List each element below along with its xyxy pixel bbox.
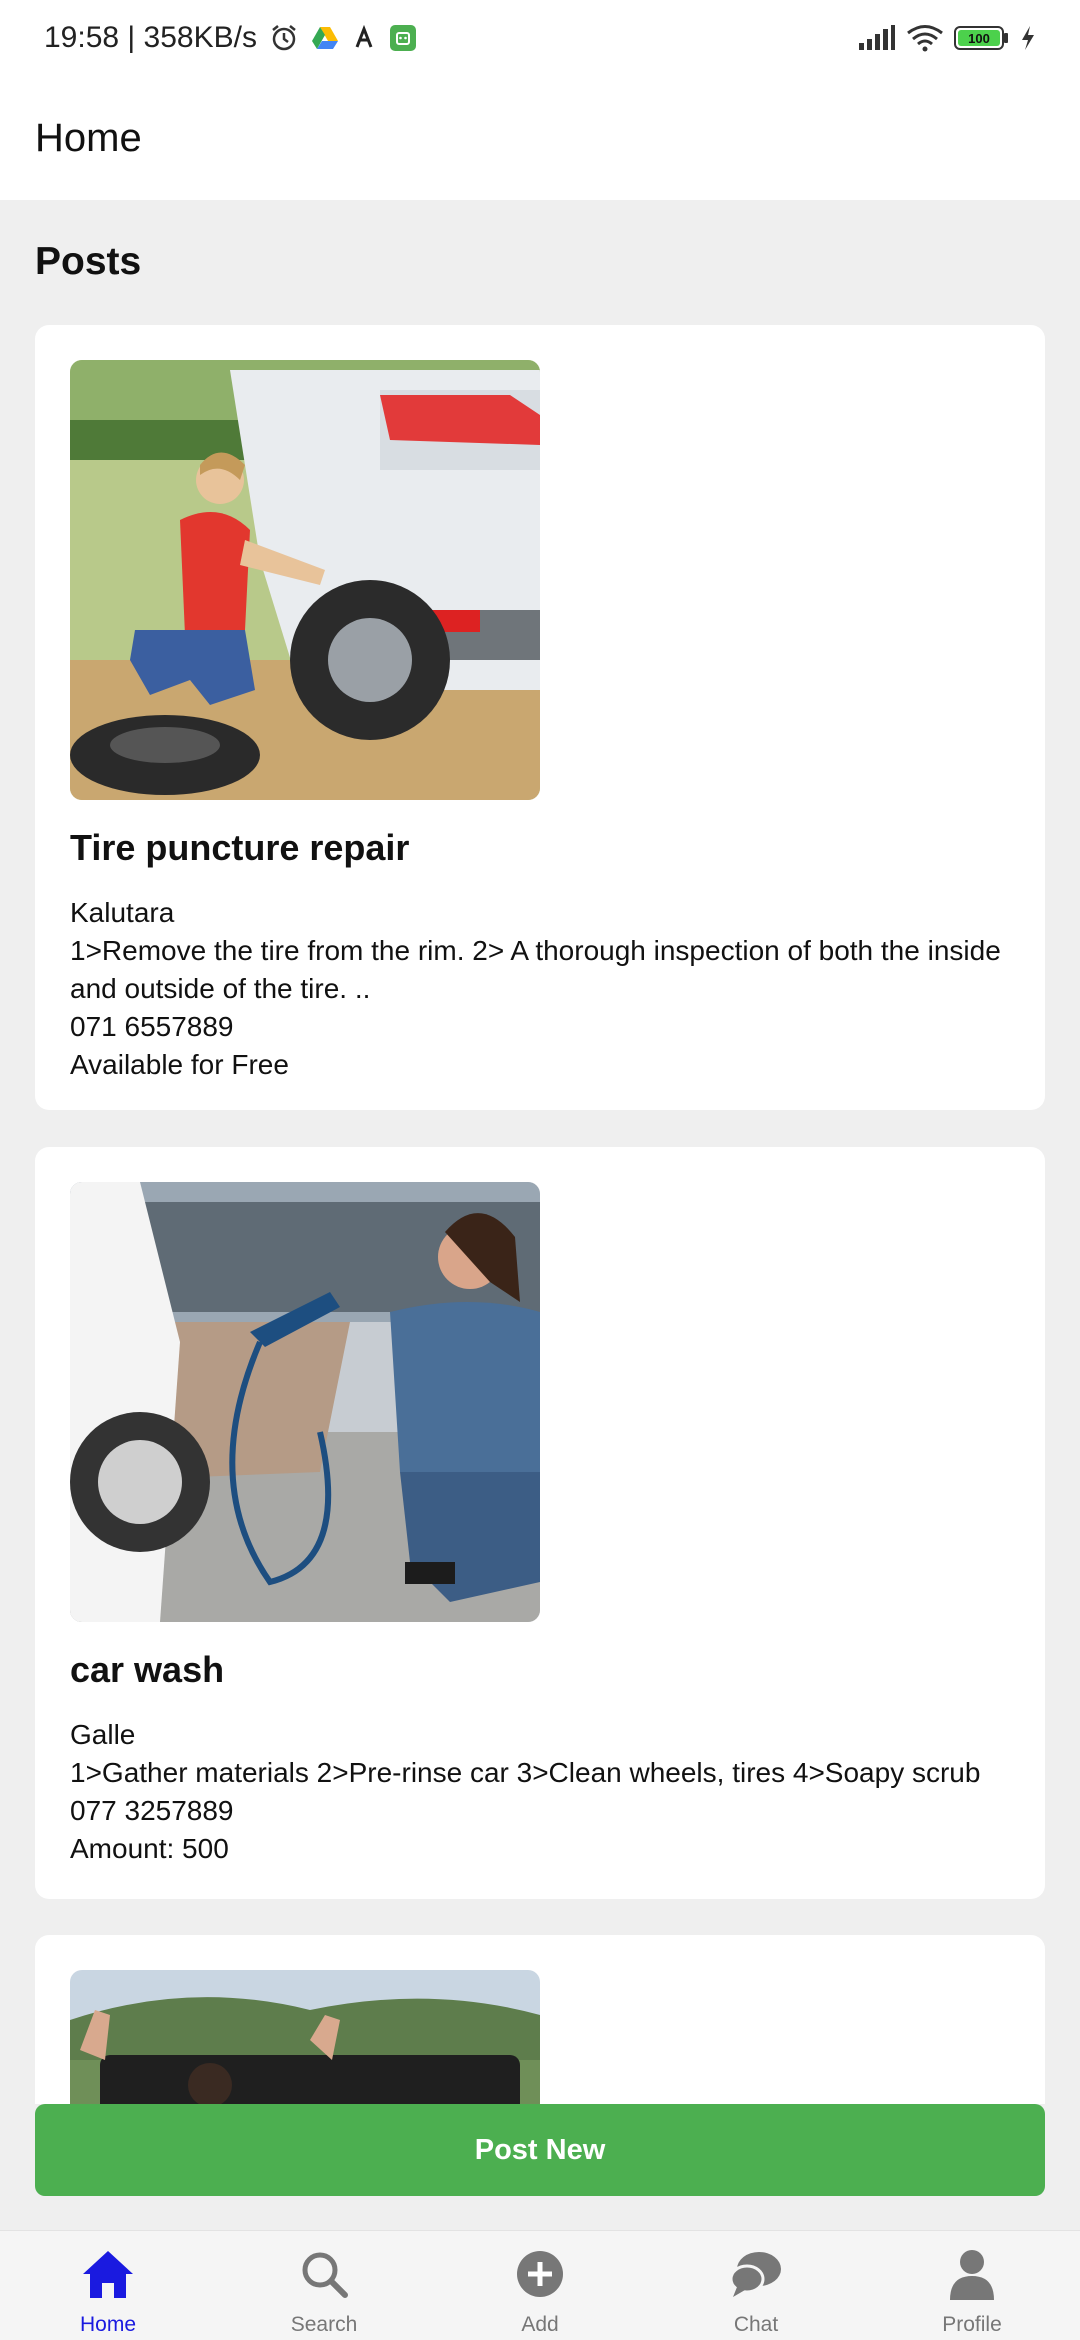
drive-icon	[311, 25, 339, 51]
post-details: Galle 1>Gather materials 2>Pre-rinse car…	[70, 1716, 1010, 1868]
app-notification-icon	[351, 25, 377, 51]
signal-icon	[858, 25, 896, 51]
search-icon	[295, 2245, 353, 2303]
post-price: Available for Free	[70, 1049, 289, 1080]
nav-item-add[interactable]: Add	[432, 2231, 648, 2340]
post-location: Galle	[70, 1719, 136, 1750]
post-details: Kalutara 1>Remove the tire from the rim.…	[70, 894, 1010, 1084]
nav-label-home: Home	[79, 2313, 137, 2336]
post-phone: 077 3257889	[70, 1795, 234, 1826]
post-title: Tire puncture repair	[70, 827, 410, 868]
add-icon	[511, 2245, 569, 2303]
post-phone: 071 6557889	[70, 1011, 234, 1042]
section-title-posts: Posts	[35, 240, 142, 283]
post-image	[70, 1182, 540, 1622]
battery-icon: 100	[954, 25, 1010, 51]
post-title: car wash	[70, 1649, 225, 1690]
post-new-button[interactable]: Post New	[35, 2104, 1045, 2196]
chat-icon	[727, 2245, 785, 2303]
post-card[interactable]	[35, 1935, 1045, 2104]
status-bar: 19:58 | 358KB/s 100	[0, 0, 1080, 76]
post-location: Kalutara	[70, 897, 175, 928]
nav-label-add: Add	[521, 2313, 559, 2336]
status-right: 100	[858, 24, 1036, 52]
nav-label-profile: Profile	[942, 2313, 1002, 2336]
post-image	[70, 360, 540, 800]
nav-item-profile[interactable]: Profile	[864, 2231, 1080, 2340]
bottom-nav: Home Search Add Chat Profile	[0, 2230, 1080, 2340]
posts-feed[interactable]: Posts Tire puncture repair Kalutara 1>Re…	[0, 200, 1080, 2104]
alarm-icon	[269, 23, 299, 53]
nav-item-home[interactable]: Home	[0, 2231, 216, 2340]
app-bar: Home	[0, 76, 1080, 200]
nav-label-chat: Chat	[733, 2313, 779, 2336]
nav-item-search[interactable]: Search	[216, 2231, 432, 2340]
charging-icon	[1020, 25, 1036, 51]
nav-item-chat[interactable]: Chat	[648, 2231, 864, 2340]
post-description: 1>Remove the tire from the rim. 2> A tho…	[70, 935, 1001, 1004]
post-price: Amount: 500	[70, 1833, 229, 1864]
status-time: 19:58 | 358KB/s	[44, 21, 257, 54]
battery-level: 100	[968, 31, 990, 46]
android-icon	[389, 24, 417, 52]
profile-icon	[943, 2245, 1001, 2303]
home-icon	[79, 2245, 137, 2303]
post-image	[70, 1970, 540, 2104]
page-title: Home	[35, 115, 142, 160]
post-description: 1>Gather materials 2>Pre-rinse car 3>Cle…	[70, 1757, 981, 1788]
status-left: 19:58 | 358KB/s	[44, 21, 417, 55]
post-card[interactable]: car wash Galle 1>Gather materials 2>Pre-…	[35, 1147, 1045, 1899]
nav-label-search: Search	[290, 2313, 358, 2336]
wifi-icon	[906, 24, 944, 52]
post-card[interactable]: Tire puncture repair Kalutara 1>Remove t…	[35, 325, 1045, 1110]
